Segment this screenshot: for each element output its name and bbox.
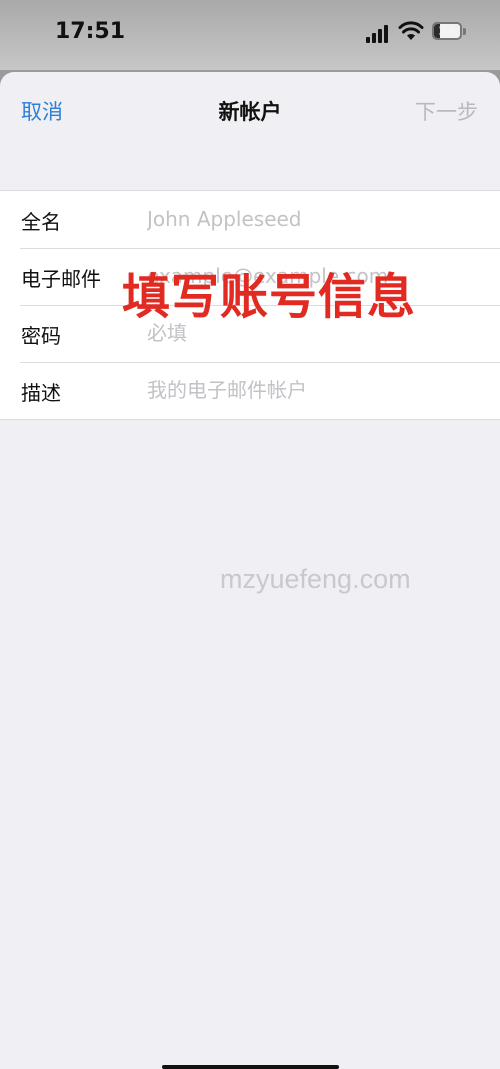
form-row-name: 全名 — [0, 191, 500, 248]
battery-tip — [463, 28, 466, 35]
watermark: mzyuefeng.com — [220, 564, 411, 594]
battery-level: 24 — [438, 24, 456, 38]
home-indicator — [162, 1065, 339, 1069]
name-field[interactable] — [147, 204, 477, 234]
nav-bar: 取消 新帐户 下一步 — [0, 72, 500, 147]
status-bar: 17:51 24 — [0, 0, 500, 70]
annotation-overlay: 填写账号信息 — [122, 269, 417, 325]
battery-icon: 24 — [432, 22, 462, 40]
password-label: 密码 — [21, 324, 61, 348]
signal-icon — [366, 25, 390, 43]
wifi-icon — [398, 21, 424, 40]
next-button[interactable]: 下一步 — [415, 96, 478, 126]
name-label: 全名 — [21, 210, 61, 234]
form-row-description: 描述 — [0, 362, 500, 419]
new-account-sheet: 取消 新帐户 下一步 全名 电子邮件 密码 描述 填写账号信息 mzyuefen… — [0, 72, 500, 1069]
status-time: 17:51 — [55, 19, 126, 44]
email-label: 电子邮件 — [21, 267, 101, 291]
description-field[interactable] — [147, 375, 477, 405]
description-label: 描述 — [21, 381, 61, 405]
